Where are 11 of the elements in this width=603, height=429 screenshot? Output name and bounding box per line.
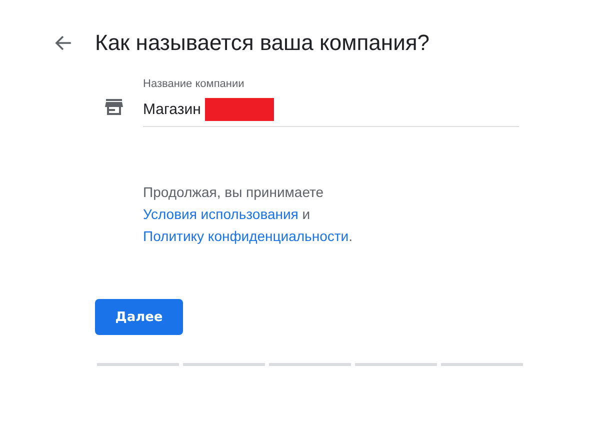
store-icon [105, 99, 123, 116]
redaction-mark [204, 98, 274, 120]
company-name-field[interactable]: Название компании Магазин [143, 78, 519, 127]
field-label: Название компании [143, 78, 246, 90]
next-button[interactable]: Далее [95, 299, 183, 335]
privacy-link[interactable]: Политику конфиденциальности [143, 228, 349, 244]
terms-link[interactable]: Условия использования [143, 206, 298, 222]
field-value: Магазин [143, 100, 201, 118]
page-title: Как называется ваша компания? [95, 30, 430, 56]
back-arrow-icon[interactable] [54, 34, 72, 52]
terms-text: Продолжая, вы принимаете Условия использования и Политику конфиденциальности. [143, 183, 354, 246]
